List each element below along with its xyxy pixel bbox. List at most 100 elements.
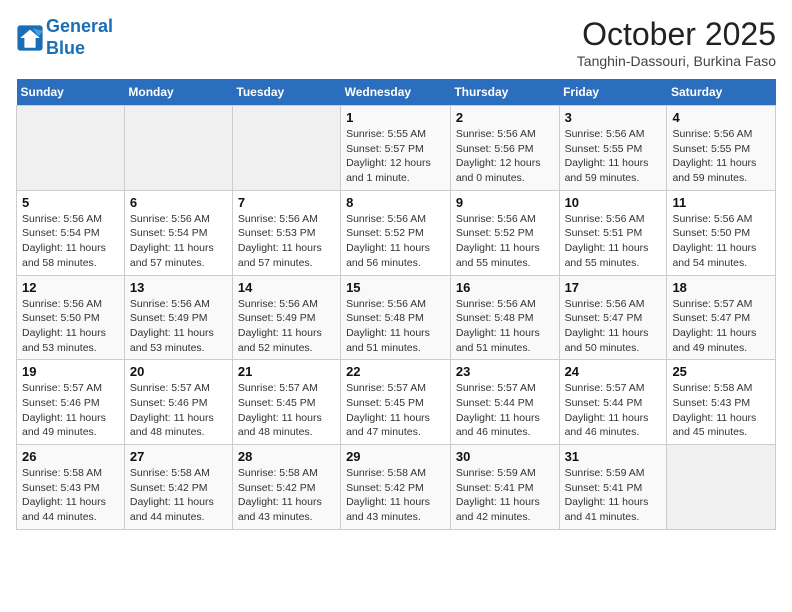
day-info: Sunrise: 5:56 AMSunset: 5:54 PMDaylight:… bbox=[130, 212, 227, 271]
day-number: 21 bbox=[238, 364, 335, 379]
day-number: 23 bbox=[456, 364, 554, 379]
day-number: 17 bbox=[565, 280, 662, 295]
logo-line2: Blue bbox=[46, 38, 85, 58]
calendar-cell bbox=[17, 106, 125, 191]
calendar-cell: 2 Sunrise: 5:56 AMSunset: 5:56 PMDaylight… bbox=[450, 106, 559, 191]
calendar-week-5: 26 Sunrise: 5:58 AMSunset: 5:43 PMDayligh… bbox=[17, 445, 776, 530]
day-number: 16 bbox=[456, 280, 554, 295]
calendar-cell: 27 Sunrise: 5:58 AMSunset: 5:42 PMDayligh… bbox=[124, 445, 232, 530]
calendar-cell bbox=[232, 106, 340, 191]
day-info: Sunrise: 5:56 AMSunset: 5:50 PMDaylight:… bbox=[672, 212, 770, 271]
day-info: Sunrise: 5:59 AMSunset: 5:41 PMDaylight:… bbox=[456, 466, 554, 525]
day-number: 10 bbox=[565, 195, 662, 210]
weekday-header-sunday: Sunday bbox=[17, 79, 125, 106]
day-number: 26 bbox=[22, 449, 119, 464]
calendar-cell: 4 Sunrise: 5:56 AMSunset: 5:55 PMDaylight… bbox=[667, 106, 776, 191]
calendar-cell: 31Sunrise: 5:59 AMSunset: 5:41 PMDayligh… bbox=[559, 445, 667, 530]
title-block: October 2025 Tanghin-Dassouri, Burkina F… bbox=[577, 16, 776, 69]
day-info: Sunrise: 5:56 AMSunset: 5:51 PMDaylight:… bbox=[565, 212, 662, 271]
calendar-cell: 5 Sunrise: 5:56 AMSunset: 5:54 PMDaylight… bbox=[17, 190, 125, 275]
day-info: Sunrise: 5:58 AMSunset: 5:42 PMDaylight:… bbox=[130, 466, 227, 525]
day-info: Sunrise: 5:56 AMSunset: 5:50 PMDaylight:… bbox=[22, 297, 119, 356]
day-info: Sunrise: 5:56 AMSunset: 5:55 PMDaylight:… bbox=[672, 127, 770, 186]
calendar-cell: 29 Sunrise: 5:58 AMSunset: 5:42 PMDayligh… bbox=[341, 445, 451, 530]
day-number: 3 bbox=[565, 110, 662, 125]
calendar-cell: 20 Sunrise: 5:57 AMSunset: 5:46 PMDayligh… bbox=[124, 360, 232, 445]
calendar-cell: 24 Sunrise: 5:57 AMSunset: 5:44 PMDayligh… bbox=[559, 360, 667, 445]
day-number: 29 bbox=[346, 449, 445, 464]
page-header: General Blue October 2025 Tanghin-Dassou… bbox=[16, 16, 776, 69]
weekday-header-wednesday: Wednesday bbox=[341, 79, 451, 106]
day-info: Sunrise: 5:57 AMSunset: 5:44 PMDaylight:… bbox=[565, 381, 662, 440]
day-number: 9 bbox=[456, 195, 554, 210]
weekday-header-thursday: Thursday bbox=[450, 79, 559, 106]
day-info: Sunrise: 5:57 AMSunset: 5:44 PMDaylight:… bbox=[456, 381, 554, 440]
calendar-cell: 30Sunrise: 5:59 AMSunset: 5:41 PMDayligh… bbox=[450, 445, 559, 530]
day-number: 24 bbox=[565, 364, 662, 379]
weekday-header-row: SundayMondayTuesdayWednesdayThursdayFrid… bbox=[17, 79, 776, 106]
day-info: Sunrise: 5:57 AMSunset: 5:46 PMDaylight:… bbox=[22, 381, 119, 440]
day-info: Sunrise: 5:56 AMSunset: 5:48 PMDaylight:… bbox=[346, 297, 445, 356]
day-info: Sunrise: 5:57 AMSunset: 5:46 PMDaylight:… bbox=[130, 381, 227, 440]
day-info: Sunrise: 5:56 AMSunset: 5:56 PMDaylight:… bbox=[456, 127, 554, 186]
logo-icon bbox=[16, 24, 44, 52]
day-number: 4 bbox=[672, 110, 770, 125]
calendar-cell: 19 Sunrise: 5:57 AMSunset: 5:46 PMDayligh… bbox=[17, 360, 125, 445]
day-number: 11 bbox=[672, 195, 770, 210]
day-number: 1 bbox=[346, 110, 445, 125]
calendar-cell bbox=[124, 106, 232, 191]
day-info: Sunrise: 5:56 AMSunset: 5:54 PMDaylight:… bbox=[22, 212, 119, 271]
day-number: 28 bbox=[238, 449, 335, 464]
day-info: Sunrise: 5:56 AMSunset: 5:52 PMDaylight:… bbox=[456, 212, 554, 271]
calendar-cell bbox=[667, 445, 776, 530]
day-number: 12 bbox=[22, 280, 119, 295]
calendar-cell: 17 Sunrise: 5:56 AMSunset: 5:47 PMDayligh… bbox=[559, 275, 667, 360]
day-number: 8 bbox=[346, 195, 445, 210]
calendar-cell: 21 Sunrise: 5:57 AMSunset: 5:45 PMDayligh… bbox=[232, 360, 340, 445]
day-number: 31 bbox=[565, 449, 662, 464]
calendar-cell: 16 Sunrise: 5:56 AMSunset: 5:48 PMDayligh… bbox=[450, 275, 559, 360]
calendar-cell: 28Sunrise: 5:58 AMSunset: 5:42 PMDayligh… bbox=[232, 445, 340, 530]
day-info: Sunrise: 5:58 AMSunset: 5:43 PMDaylight:… bbox=[672, 381, 770, 440]
day-number: 27 bbox=[130, 449, 227, 464]
day-number: 18 bbox=[672, 280, 770, 295]
day-info: Sunrise: 5:57 AMSunset: 5:45 PMDaylight:… bbox=[238, 381, 335, 440]
day-info: Sunrise: 5:56 AMSunset: 5:48 PMDaylight:… bbox=[456, 297, 554, 356]
day-number: 19 bbox=[22, 364, 119, 379]
calendar-cell: 10 Sunrise: 5:56 AMSunset: 5:51 PMDayligh… bbox=[559, 190, 667, 275]
month-title: October 2025 bbox=[577, 16, 776, 53]
day-info: Sunrise: 5:56 AMSunset: 5:47 PMDaylight:… bbox=[565, 297, 662, 356]
calendar-cell: 22Sunrise: 5:57 AMSunset: 5:45 PMDayligh… bbox=[341, 360, 451, 445]
calendar-cell: 12 Sunrise: 5:56 AMSunset: 5:50 PMDayligh… bbox=[17, 275, 125, 360]
day-number: 5 bbox=[22, 195, 119, 210]
day-number: 20 bbox=[130, 364, 227, 379]
calendar-cell: 1 Sunrise: 5:55 AMSunset: 5:57 PMDaylight… bbox=[341, 106, 451, 191]
calendar-cell: 23 Sunrise: 5:57 AMSunset: 5:44 PMDayligh… bbox=[450, 360, 559, 445]
calendar-cell: 8 Sunrise: 5:56 AMSunset: 5:52 PMDaylight… bbox=[341, 190, 451, 275]
day-info: Sunrise: 5:56 AMSunset: 5:49 PMDaylight:… bbox=[238, 297, 335, 356]
calendar-cell: 15 Sunrise: 5:56 AMSunset: 5:48 PMDayligh… bbox=[341, 275, 451, 360]
day-number: 7 bbox=[238, 195, 335, 210]
day-info: Sunrise: 5:56 AMSunset: 5:52 PMDaylight:… bbox=[346, 212, 445, 271]
calendar-table: SundayMondayTuesdayWednesdayThursdayFrid… bbox=[16, 79, 776, 530]
calendar-cell: 3Sunrise: 5:56 AMSunset: 5:55 PMDaylight… bbox=[559, 106, 667, 191]
day-number: 2 bbox=[456, 110, 554, 125]
calendar-week-1: 1 Sunrise: 5:55 AMSunset: 5:57 PMDaylight… bbox=[17, 106, 776, 191]
day-info: Sunrise: 5:56 AMSunset: 5:53 PMDaylight:… bbox=[238, 212, 335, 271]
day-info: Sunrise: 5:58 AMSunset: 5:43 PMDaylight:… bbox=[22, 466, 119, 525]
calendar-cell: 9 Sunrise: 5:56 AMSunset: 5:52 PMDaylight… bbox=[450, 190, 559, 275]
weekday-header-monday: Monday bbox=[124, 79, 232, 106]
day-number: 15 bbox=[346, 280, 445, 295]
calendar-cell: 14Sunrise: 5:56 AMSunset: 5:49 PMDayligh… bbox=[232, 275, 340, 360]
calendar-cell: 7 Sunrise: 5:56 AMSunset: 5:53 PMDaylight… bbox=[232, 190, 340, 275]
weekday-header-saturday: Saturday bbox=[667, 79, 776, 106]
day-info: Sunrise: 5:57 AMSunset: 5:47 PMDaylight:… bbox=[672, 297, 770, 356]
calendar-cell: 26 Sunrise: 5:58 AMSunset: 5:43 PMDayligh… bbox=[17, 445, 125, 530]
logo-line1: General bbox=[46, 16, 113, 36]
day-number: 13 bbox=[130, 280, 227, 295]
weekday-header-tuesday: Tuesday bbox=[232, 79, 340, 106]
day-number: 22 bbox=[346, 364, 445, 379]
calendar-cell: 13Sunrise: 5:56 AMSunset: 5:49 PMDayligh… bbox=[124, 275, 232, 360]
day-info: Sunrise: 5:55 AMSunset: 5:57 PMDaylight:… bbox=[346, 127, 445, 186]
day-info: Sunrise: 5:58 AMSunset: 5:42 PMDaylight:… bbox=[346, 466, 445, 525]
